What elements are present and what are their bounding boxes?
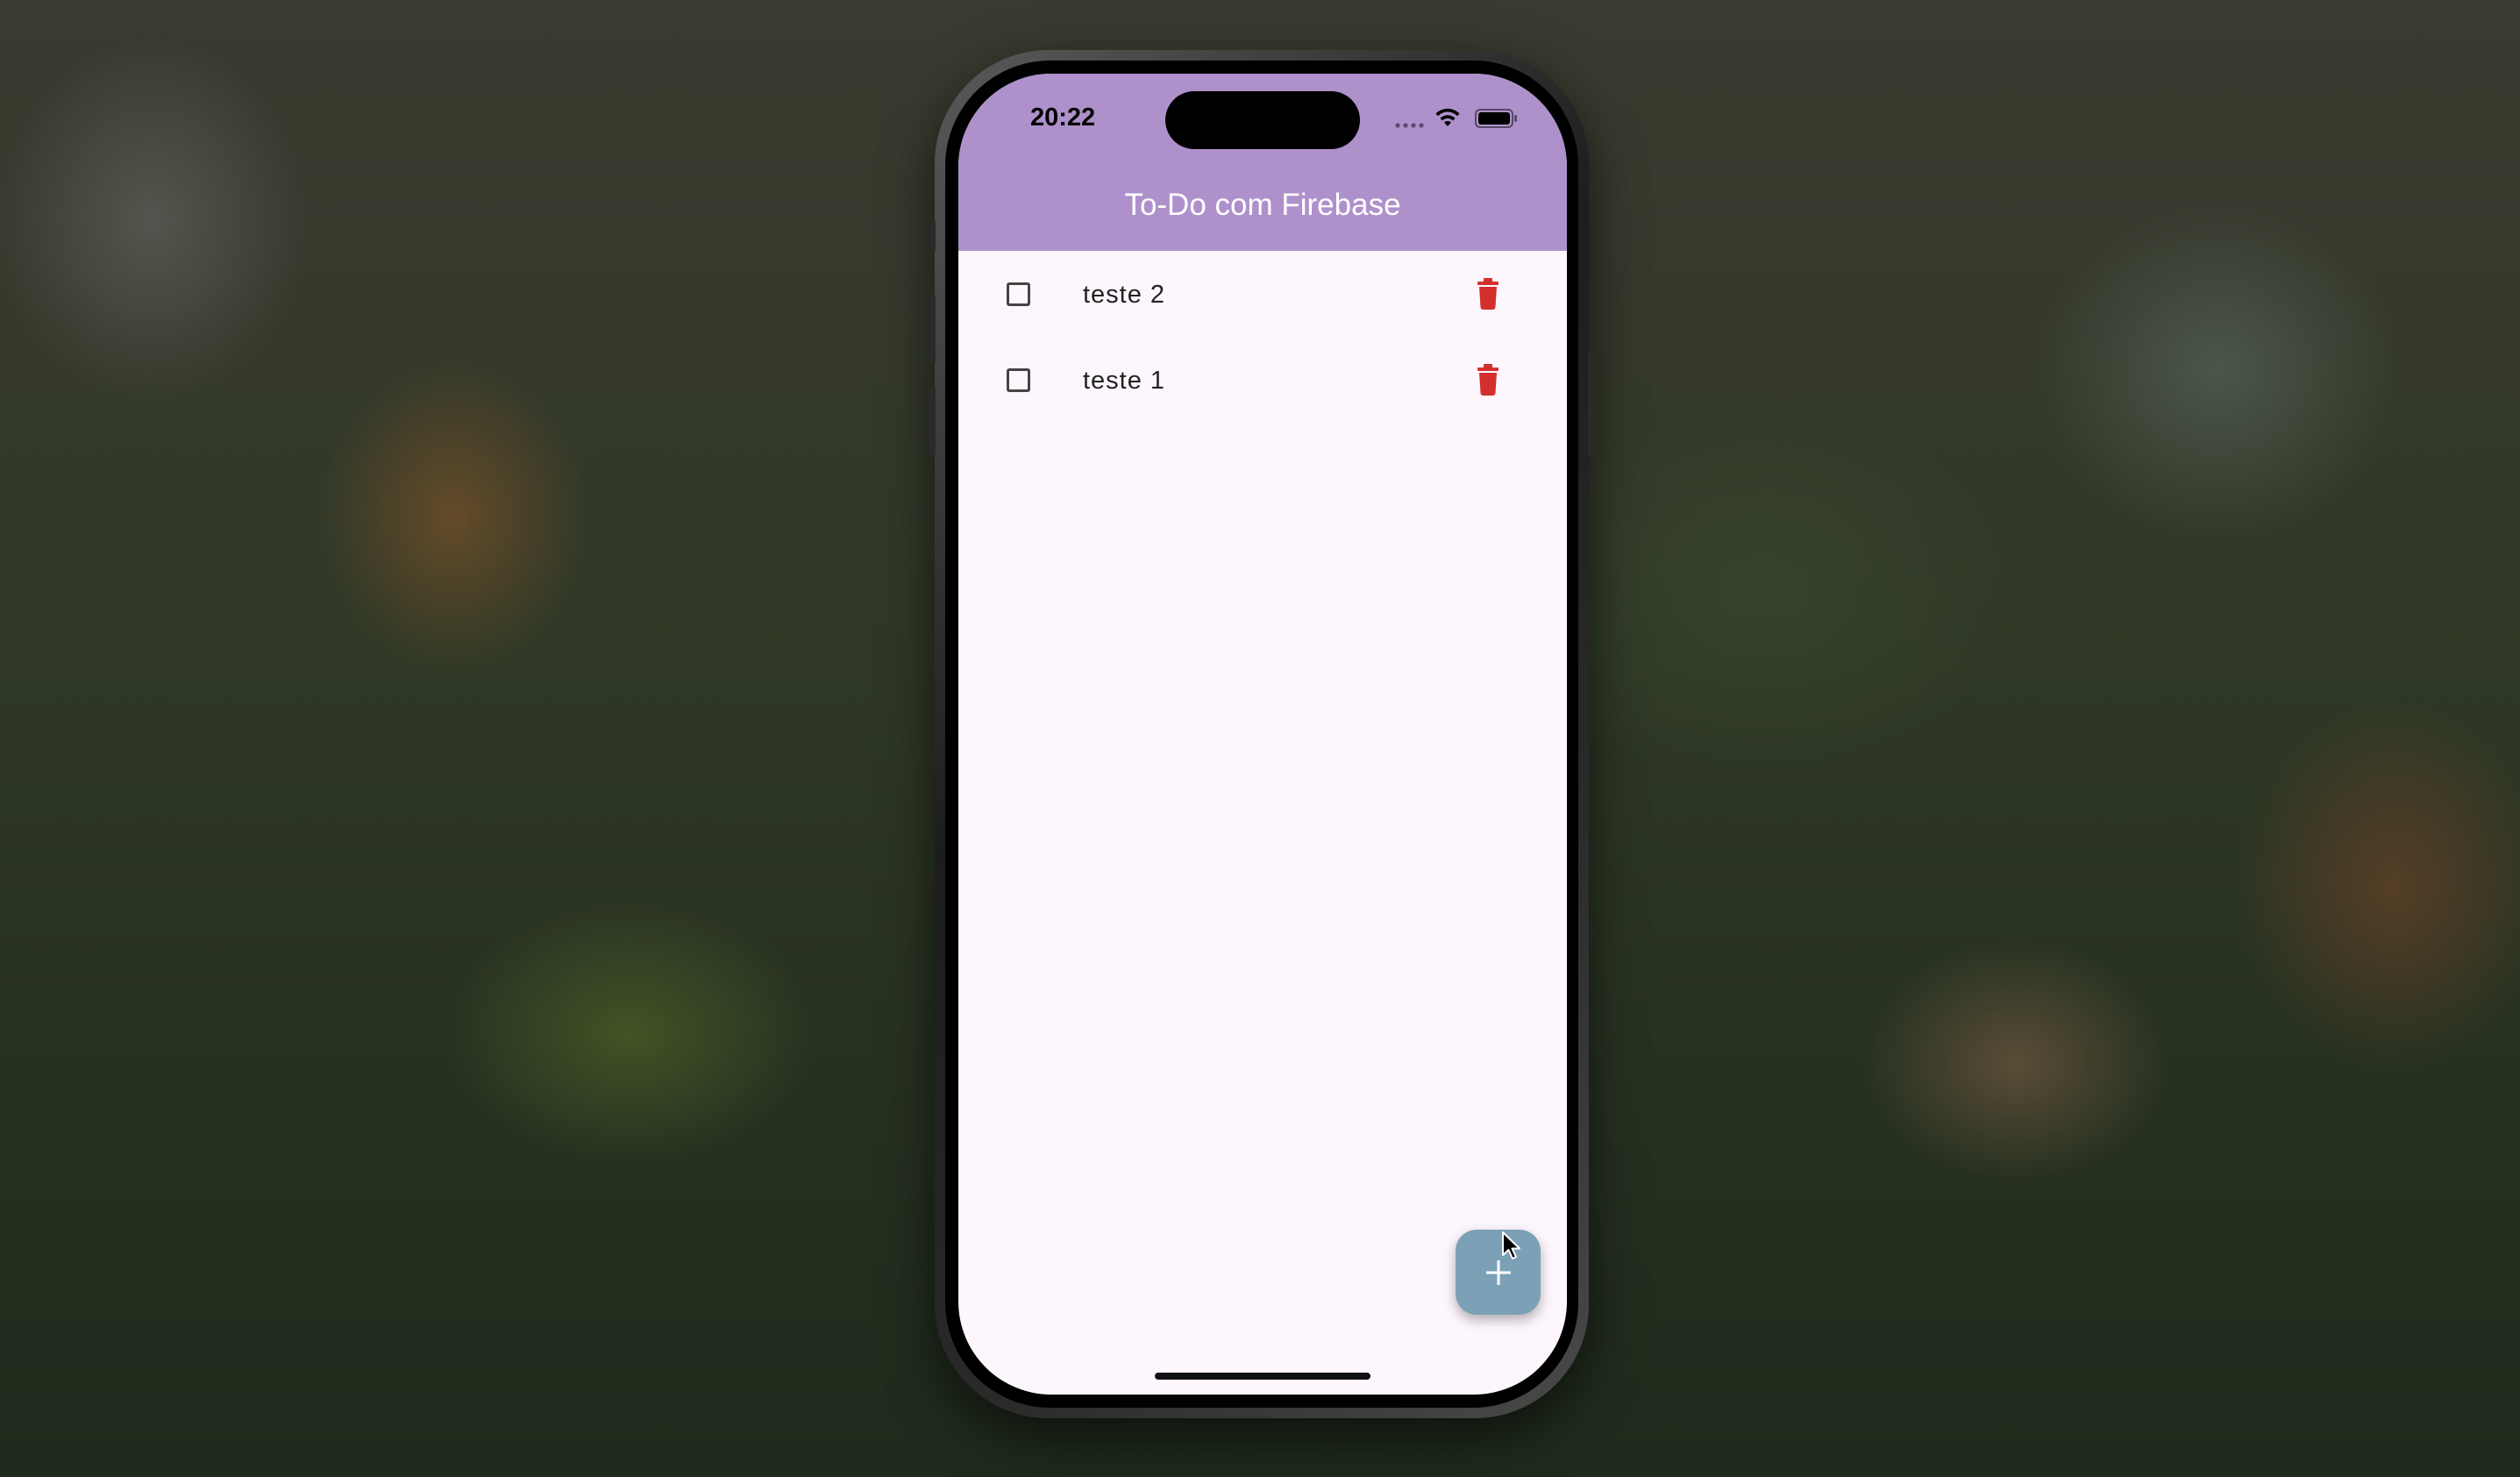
checkbox-unchecked-icon[interactable]: [1007, 282, 1030, 306]
checkbox-unchecked-icon[interactable]: [1007, 368, 1030, 392]
add-todo-button[interactable]: [1456, 1230, 1541, 1315]
todo-label: teste 2: [1083, 281, 1166, 309]
volume-up-button: [930, 294, 936, 364]
phone-screen: 20:22 To-Do com Firebase teste 2 teste 1: [958, 74, 1567, 1395]
volume-down-button: [930, 386, 936, 456]
battery-icon: [1475, 109, 1517, 128]
app-bar: 20:22 To-Do com Firebase: [958, 74, 1567, 251]
trash-icon[interactable]: [1476, 364, 1500, 396]
dynamic-island: [1165, 91, 1360, 149]
signal-icon: [1395, 123, 1424, 128]
app-title: To-Do com Firebase: [1124, 188, 1401, 222]
todo-item[interactable]: teste 2: [958, 251, 1567, 337]
todo-label: teste 1: [1083, 367, 1166, 395]
plus-icon: [1486, 1260, 1511, 1285]
todo-item[interactable]: teste 1: [958, 337, 1567, 423]
action-button: [930, 219, 936, 253]
home-indicator: [1155, 1373, 1370, 1380]
power-button: [1588, 351, 1593, 456]
trash-icon[interactable]: [1476, 278, 1500, 310]
mouse-cursor-icon: [1502, 1231, 1520, 1259]
wifi-icon: [1435, 108, 1460, 126]
status-time: 20:22: [1030, 103, 1096, 132]
